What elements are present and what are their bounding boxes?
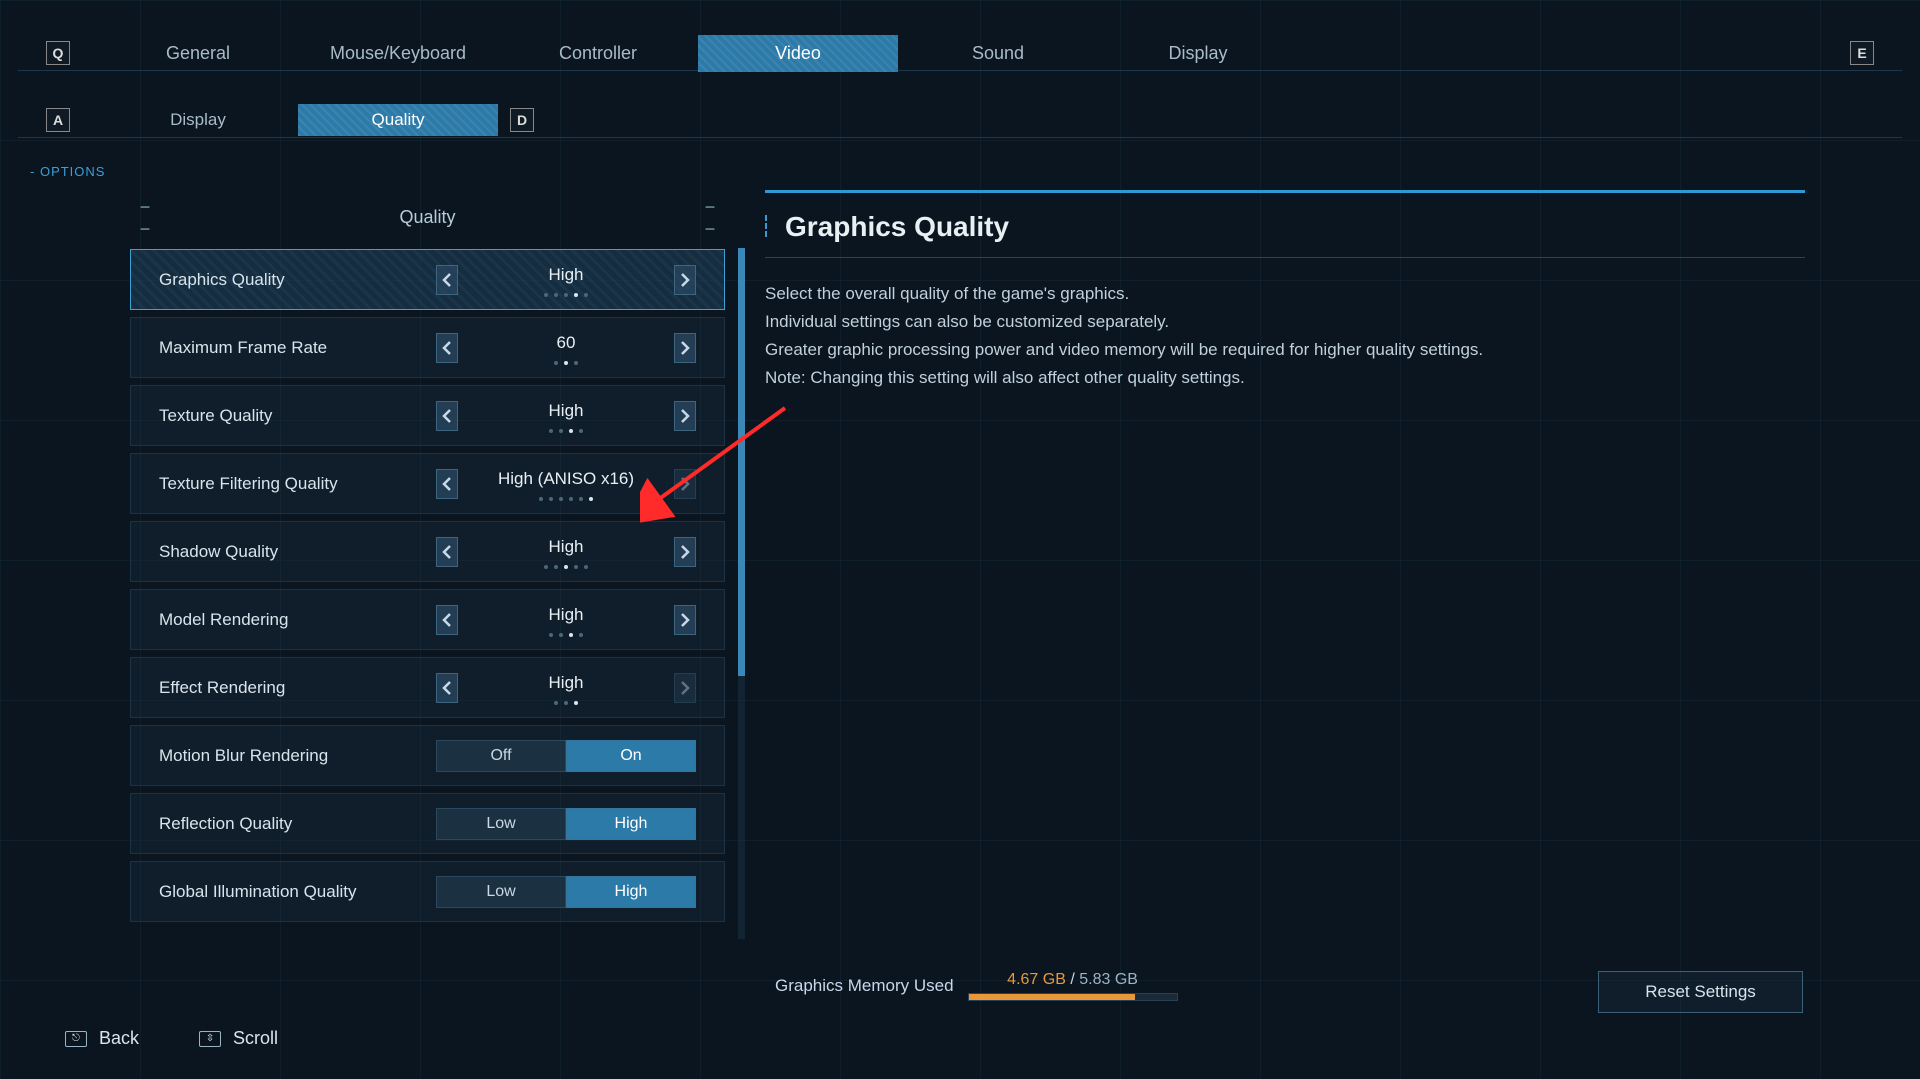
subtab-display[interactable]: Display <box>98 104 298 136</box>
tab-sound[interactable]: Sound <box>898 35 1098 72</box>
setting-label: Shadow Quality <box>159 542 436 562</box>
increase-arrow[interactable] <box>674 469 696 499</box>
decrease-arrow[interactable] <box>436 265 458 295</box>
breadcrumb: OPTIONS <box>30 164 105 179</box>
setting-label: Effect Rendering <box>159 678 436 698</box>
back-hint: ⎋ Back <box>65 1028 139 1049</box>
info-description: Select the overall quality of the game's… <box>765 280 1805 392</box>
setting-label: Model Rendering <box>159 610 436 630</box>
decrease-arrow[interactable] <box>436 537 458 567</box>
setting-value: High <box>458 605 674 625</box>
settings-panel: –– Quality –– Graphics Quality High Maximu… <box>130 190 725 939</box>
setting-label: Global Illumination Quality <box>159 882 436 902</box>
setting-row[interactable]: Reflection QualityLowHigh <box>130 793 725 854</box>
setting-value: High <box>458 673 674 693</box>
toggle-option[interactable]: Off <box>436 740 566 772</box>
increase-arrow[interactable] <box>674 265 696 295</box>
setting-label: Motion Blur Rendering <box>159 746 436 766</box>
setting-label: Maximum Frame Rate <box>159 338 436 358</box>
setting-value: High <box>458 401 674 421</box>
increase-arrow[interactable] <box>674 401 696 431</box>
increase-arrow[interactable] <box>674 333 696 363</box>
tab-mouse-keyboard[interactable]: Mouse/Keyboard <box>298 35 498 72</box>
setting-label: Texture Filtering Quality <box>159 474 436 494</box>
decrease-arrow[interactable] <box>436 333 458 363</box>
scrollbar[interactable] <box>738 248 745 939</box>
scroll-hint: ⇳ Scroll <box>199 1028 278 1049</box>
toggle-option[interactable]: High <box>566 876 696 908</box>
memory-label: Graphics Memory Used <box>775 976 954 996</box>
subtab-quality[interactable]: Quality <box>298 104 498 136</box>
setting-value: High <box>458 537 674 557</box>
tab-general[interactable]: General <box>98 35 298 72</box>
setting-row[interactable]: Global Illumination QualityLowHigh <box>130 861 725 922</box>
setting-value: High (ANISO x16) <box>458 469 674 489</box>
prev-tab-key: Q <box>46 41 70 65</box>
setting-row[interactable]: Graphics Quality High <box>130 249 725 310</box>
setting-label: Graphics Quality <box>159 270 436 290</box>
setting-row[interactable]: Texture Quality High <box>130 385 725 446</box>
top-tab-bar: Q GeneralMouse/KeyboardControllerVideoSo… <box>18 36 1902 71</box>
prev-subtab-key: A <box>46 108 70 132</box>
memory-used: 4.67 GB <box>1007 971 1066 988</box>
reset-settings-button[interactable]: Reset Settings <box>1598 971 1803 1013</box>
sub-tab-bar: A DisplayQuality D <box>18 103 1902 138</box>
next-tab-key: E <box>1850 41 1874 65</box>
setting-row[interactable]: Effect Rendering High <box>130 657 725 718</box>
decrease-arrow[interactable] <box>436 401 458 431</box>
tab-video[interactable]: Video <box>698 35 898 72</box>
graphics-memory-indicator: Graphics Memory Used 4.67 GB / 5.83 GB <box>775 971 1178 1001</box>
toggle-option[interactable]: High <box>566 808 696 840</box>
setting-value: High <box>458 265 674 285</box>
memory-bar <box>968 993 1178 1001</box>
info-panel: Graphics Quality Select the overall qual… <box>765 190 1805 939</box>
decrease-arrow[interactable] <box>436 673 458 703</box>
setting-row[interactable]: Motion Blur RenderingOffOn <box>130 725 725 786</box>
increase-arrow[interactable] <box>674 537 696 567</box>
increase-arrow[interactable] <box>674 673 696 703</box>
toggle-option[interactable]: On <box>566 740 696 772</box>
setting-row[interactable]: Shadow Quality High <box>130 521 725 582</box>
decrease-arrow[interactable] <box>436 605 458 635</box>
decrease-arrow[interactable] <box>436 469 458 499</box>
esc-key-icon: ⎋ <box>65 1031 87 1047</box>
toggle-option[interactable]: Low <box>436 808 566 840</box>
memory-total: 5.83 GB <box>1079 971 1138 988</box>
footer-hints: ⎋ Back ⇳ Scroll <box>65 1028 278 1049</box>
setting-row[interactable]: Model Rendering High <box>130 589 725 650</box>
setting-value: 60 <box>458 333 674 353</box>
next-subtab-key: D <box>510 108 534 132</box>
setting-label: Texture Quality <box>159 406 436 426</box>
mouse-scroll-icon: ⇳ <box>199 1031 221 1047</box>
scrollbar-thumb[interactable] <box>738 248 745 676</box>
setting-label: Reflection Quality <box>159 814 436 834</box>
setting-row[interactable]: Maximum Frame Rate 60 <box>130 317 725 378</box>
section-header: –– Quality –– <box>130 190 725 245</box>
tab-display[interactable]: Display <box>1098 35 1298 72</box>
tab-controller[interactable]: Controller <box>498 35 698 72</box>
info-title: Graphics Quality <box>765 211 1805 258</box>
setting-row[interactable]: Texture Filtering Quality High (ANISO x16… <box>130 453 725 514</box>
section-title: Quality <box>399 207 455 228</box>
increase-arrow[interactable] <box>674 605 696 635</box>
toggle-option[interactable]: Low <box>436 876 566 908</box>
